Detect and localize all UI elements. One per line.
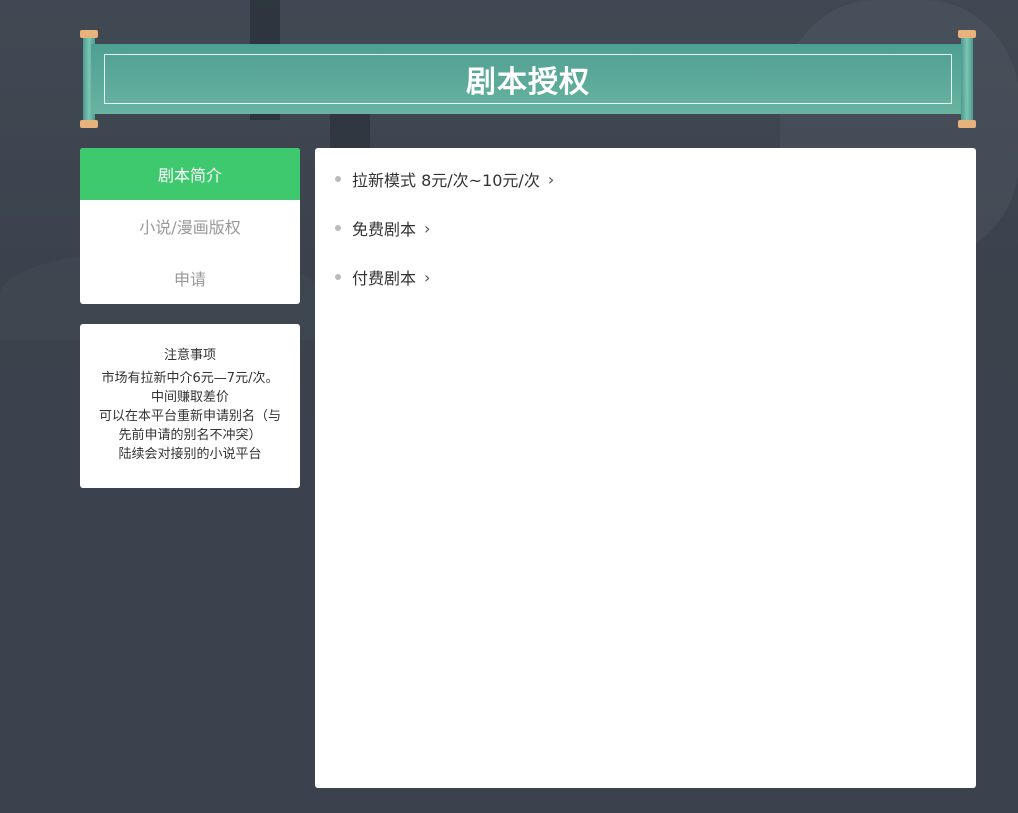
page-title: 剧本授权: [466, 65, 590, 100]
scroll-cap: [958, 30, 976, 38]
list-item-label: 拉新模式 8元/次~10元/次: [352, 171, 540, 190]
list-item-label: 付费剧本: [352, 269, 417, 288]
scroll-cap: [80, 120, 98, 128]
scroll-cap: [958, 120, 976, 128]
chevron-right-icon: ›: [424, 218, 431, 238]
notice-title: 注意事项: [163, 348, 216, 363]
list-item-label: 免费剧本: [352, 220, 417, 239]
scroll-rod-right: [958, 30, 976, 128]
bullet-icon: [335, 274, 341, 280]
chevron-right-icon: ›: [424, 267, 431, 287]
notice-line: 可以在本平台重新申请别名（与: [98, 409, 281, 424]
content-panel: 拉新模式 8元/次~10元/次 › 免费剧本 › 付费剧本 ›: [315, 148, 976, 788]
notice-line: 中间赚取差价: [150, 390, 229, 405]
scroll-cap: [80, 30, 98, 38]
title-banner: 剧本授权: [80, 30, 976, 128]
nav-item-copyright[interactable]: 小说/漫画版权: [80, 200, 300, 252]
notice-panel: 注意事项 市场有拉新中介6元—7元/次。 中间赚取差价 可以在本平台重新申请别名…: [80, 324, 300, 488]
bullet-icon: [335, 176, 341, 182]
side-nav: 剧本简介 小说/漫画版权 申请: [80, 148, 300, 304]
banner-body: 剧本授权: [91, 44, 965, 114]
nav-item-apply[interactable]: 申请: [80, 252, 300, 304]
banner-frame: 剧本授权: [104, 54, 952, 104]
list-item-free-script[interactable]: 免费剧本 ›: [335, 215, 976, 241]
notice-line: 先前申请的别名不冲突）: [118, 428, 262, 443]
notice-line: 陆续会对接别的小说平台: [118, 447, 262, 462]
content-list: 拉新模式 8元/次~10元/次 › 免费剧本 › 付费剧本 ›: [315, 148, 976, 290]
bullet-icon: [335, 225, 341, 231]
notice-line: 市场有拉新中介6元—7元/次。: [101, 371, 279, 386]
list-item-recruit-mode[interactable]: 拉新模式 8元/次~10元/次 ›: [335, 166, 976, 192]
chevron-right-icon: ›: [547, 169, 555, 189]
list-item-paid-script[interactable]: 付费剧本 ›: [335, 264, 976, 290]
nav-item-intro[interactable]: 剧本简介: [80, 148, 300, 200]
